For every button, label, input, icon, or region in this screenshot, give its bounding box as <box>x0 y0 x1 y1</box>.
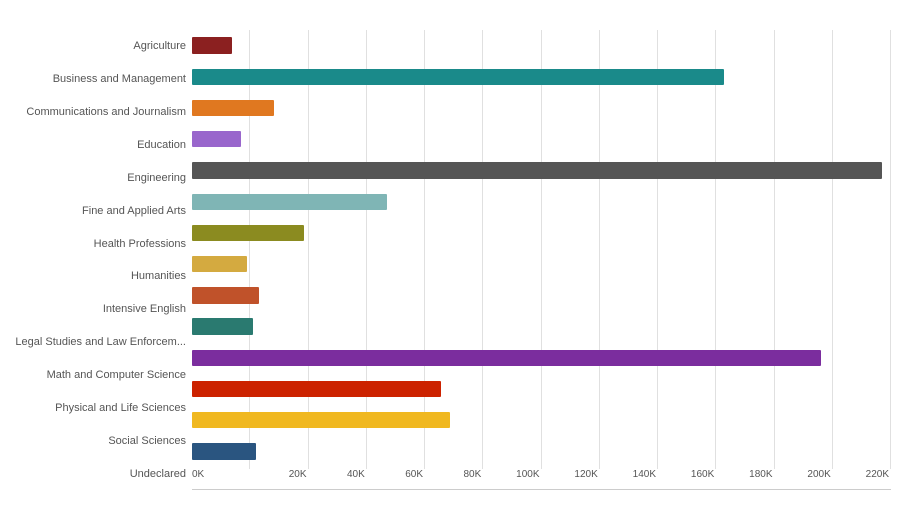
bar <box>192 412 450 428</box>
bar-row <box>192 342 891 373</box>
bar <box>192 162 882 178</box>
x-axis-label: 180K <box>716 469 774 489</box>
bar <box>192 100 274 116</box>
x-axis-label: 120K <box>542 469 600 489</box>
bar <box>192 131 241 147</box>
y-label: Communications and Journalism <box>26 96 186 129</box>
x-axis-label: 20K <box>250 469 308 489</box>
bar-row <box>192 373 891 404</box>
bar <box>192 194 387 210</box>
x-axis-label: 220K <box>833 469 891 489</box>
x-axis-labels: 0K20K40K60K80K100K120K140K160K180K200K22… <box>192 469 891 489</box>
bar <box>192 69 724 85</box>
bar-row <box>192 249 891 280</box>
bars-rows <box>192 30 891 467</box>
y-label: Legal Studies and Law Enforcem... <box>15 326 186 359</box>
x-axis-label: 200K <box>775 469 833 489</box>
y-label: Health Professions <box>94 227 186 260</box>
y-label: Physical and Life Sciences <box>55 391 186 424</box>
main-container: AgricultureBusiness and ManagementCommun… <box>0 0 903 520</box>
x-axis-label: 0K <box>192 469 250 489</box>
y-label: Engineering <box>127 161 186 194</box>
y-label: Intensive English <box>103 293 186 326</box>
y-label: Business and Management <box>53 63 186 96</box>
bar <box>192 443 256 459</box>
x-axis-label: 40K <box>309 469 367 489</box>
bar-row <box>192 124 891 155</box>
bar-row <box>192 436 891 467</box>
y-label: Undeclared <box>130 457 186 490</box>
y-axis-labels: AgricultureBusiness and ManagementCommun… <box>12 30 192 490</box>
x-axis-label: 80K <box>425 469 483 489</box>
bar-row <box>192 92 891 123</box>
chart-area: AgricultureBusiness and ManagementCommun… <box>12 30 891 490</box>
y-label: Social Sciences <box>108 424 186 457</box>
bar-row <box>192 280 891 311</box>
bar <box>192 381 441 397</box>
bar-row <box>192 155 891 186</box>
bar <box>192 256 247 272</box>
bar <box>192 225 304 241</box>
bar-row <box>192 30 891 61</box>
x-axis-label: 160K <box>658 469 716 489</box>
bar-row <box>192 405 891 436</box>
y-label: Education <box>137 129 186 162</box>
y-label: Humanities <box>131 260 186 293</box>
bar <box>192 287 259 303</box>
bar-row <box>192 217 891 248</box>
bar <box>192 318 253 334</box>
bar-row <box>192 311 891 342</box>
bar <box>192 350 821 366</box>
bar-row <box>192 186 891 217</box>
x-axis-label: 140K <box>600 469 658 489</box>
x-axis-label: 100K <box>483 469 541 489</box>
y-label: Fine and Applied Arts <box>82 194 186 227</box>
y-label: Math and Computer Science <box>47 359 186 392</box>
y-label: Agriculture <box>133 30 186 63</box>
bar-row <box>192 61 891 92</box>
x-axis-label: 60K <box>367 469 425 489</box>
bars-section: 0K20K40K60K80K100K120K140K160K180K200K22… <box>192 30 891 490</box>
bar <box>192 37 232 53</box>
